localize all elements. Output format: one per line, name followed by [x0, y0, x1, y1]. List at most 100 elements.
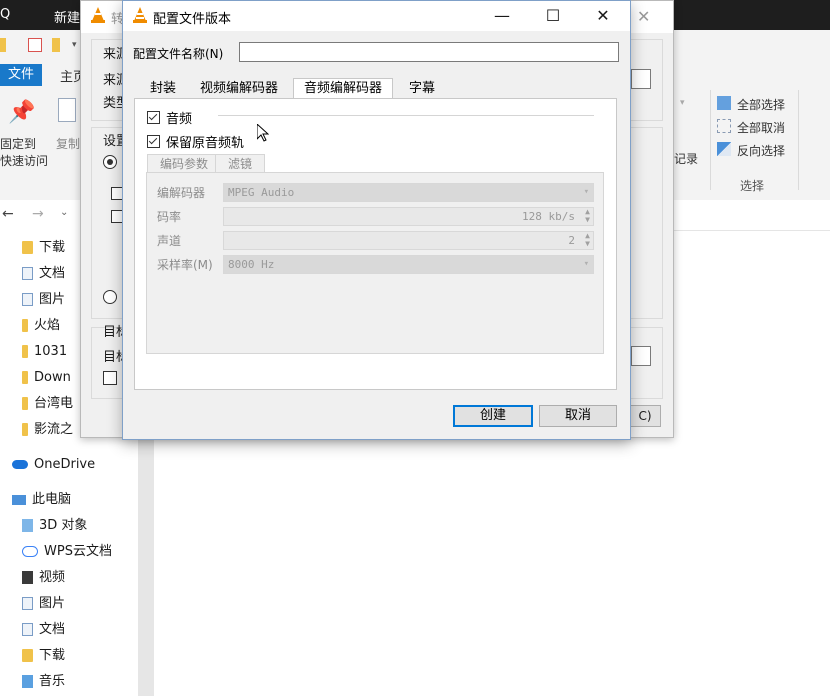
video-folder-icon [22, 571, 33, 584]
nav-item-label: OneDrive [34, 457, 96, 472]
checkbox-icon[interactable] [28, 38, 42, 52]
select-all-icon [717, 96, 731, 110]
pin-label-2[interactable]: 快速访问 [0, 152, 48, 169]
chevron-down-icon[interactable]: ⌄ [60, 207, 68, 218]
onedrive-cloud-icon [12, 460, 28, 469]
spin-arrows-icon[interactable]: ▲ ▼ [585, 208, 590, 224]
start-button[interactable]: C) [629, 405, 661, 427]
3d-objects-icon [22, 519, 33, 532]
select-group-label: 选择 [740, 179, 765, 193]
target-field[interactable] [631, 346, 651, 366]
select-all-button[interactable]: 全部选择 [737, 96, 785, 113]
pin-icon[interactable]: 📌 [8, 100, 35, 125]
folder-icon [0, 38, 6, 52]
pin-label[interactable]: 固定到 [0, 135, 36, 152]
subtab-encoding-params[interactable]: 编码参数 [147, 154, 222, 173]
nav-item[interactable]: 文档 [22, 620, 65, 640]
tab-subtitles[interactable]: 字幕 [398, 78, 446, 99]
mouse-cursor-icon [256, 122, 270, 146]
audio-checkbox[interactable]: 音频 [147, 108, 192, 127]
copy-label[interactable]: 复制 [56, 135, 80, 152]
nav-item-label: 下载 [39, 648, 66, 663]
chevron-down-icon: ▾ [583, 187, 589, 197]
codec-value: MPEG Audio [228, 186, 295, 199]
dropdown-icon[interactable]: ▾ [72, 40, 77, 50]
select-none-icon [717, 119, 731, 133]
back-arrow-icon[interactable]: ← [2, 206, 14, 222]
ribbon-separator [798, 90, 799, 190]
nav-item[interactable]: 影流之 [22, 420, 73, 440]
close-icon[interactable]: ✕ [637, 7, 650, 26]
nav-item[interactable]: 文档 [22, 264, 65, 284]
close-icon[interactable]: ✕ [579, 1, 627, 31]
nav-item-label: Down [34, 370, 71, 385]
nav-item[interactable]: 音乐 [22, 672, 65, 692]
folder-icon [22, 319, 28, 332]
minimize-icon[interactable]: — [478, 1, 526, 31]
folder-icon [22, 371, 28, 384]
radio-unselected[interactable] [103, 290, 117, 304]
checkbox[interactable] [103, 371, 117, 385]
tab-video-codec[interactable]: 视频编解码器 [189, 78, 289, 99]
profile-name-input[interactable] [239, 42, 619, 62]
nav-item[interactable]: 下载 [22, 238, 65, 258]
nav-item[interactable]: WPS云文档 [22, 542, 112, 562]
nav-item-label: 下载 [39, 240, 66, 255]
cancel-button[interactable]: 取消 [539, 405, 617, 427]
keep-original-track-checkbox[interactable]: 保留原音频轨 [147, 132, 244, 151]
nav-item-this-pc[interactable]: 此电脑 [12, 490, 71, 510]
nav-item-label: 文档 [39, 266, 66, 281]
maximize-icon[interactable]: ☐ [529, 1, 577, 31]
tab-file[interactable]: 文件 [0, 64, 42, 86]
forward-arrow-icon[interactable]: → [32, 206, 44, 222]
samplerate-label: 采样率(M) [157, 258, 213, 272]
nav-item[interactable]: 台湾电 [22, 394, 73, 414]
copy-icon[interactable] [58, 98, 76, 122]
channels-value: 2 [568, 234, 575, 247]
nav-item-onedrive[interactable]: OneDrive [12, 455, 95, 475]
nav-item[interactable]: 图片 [22, 594, 65, 614]
select-none-button[interactable]: 全部取消 [737, 119, 785, 136]
audio-checkbox-label: 音频 [166, 112, 193, 127]
nav-item[interactable]: 图片 [22, 290, 65, 310]
nav-item[interactable]: 下载 [22, 646, 65, 666]
nav-item[interactable]: 火焰 [22, 316, 60, 336]
nav-item[interactable]: Down [22, 368, 71, 388]
radio-selected[interactable] [103, 155, 117, 169]
nav-item[interactable]: 1031 [22, 342, 67, 362]
checkbox-checked-icon [147, 111, 160, 124]
profile-edition-dialog: 配置文件版本 — ☐ ✕ 配置文件名称(N) 封装 视频编解码器 音频编解码器 … [122, 0, 631, 440]
history-label[interactable]: 记录 [674, 150, 698, 167]
channels-spinbox[interactable]: 2 ▲ ▼ [223, 231, 594, 250]
nav-item[interactable]: 视频 [22, 568, 65, 588]
keep-track-label: 保留原音频轨 [166, 136, 245, 151]
tab-audio-codec[interactable]: 音频编解码器 [293, 78, 394, 100]
invert-select-button[interactable]: 反向选择 [737, 142, 785, 159]
nav-item-label: 视频 [39, 570, 66, 585]
profile-name-label: 配置文件名称(N) [133, 47, 224, 61]
codec-select[interactable]: MPEG Audio ▾ [223, 183, 594, 202]
document-icon [22, 267, 33, 280]
nav-item-label: 影流之 [34, 422, 74, 437]
bitrate-spinbox[interactable]: 128 kb/s ▲ ▼ [223, 207, 594, 226]
taskbar-item-new[interactable]: 新建 [54, 7, 80, 26]
picture-folder-icon [22, 293, 33, 306]
nav-item-label: 图片 [39, 596, 66, 611]
create-button[interactable]: 创建 [453, 405, 533, 427]
document-icon [22, 623, 33, 636]
tab-encapsulation[interactable]: 封装 [139, 78, 187, 99]
subtab-filters[interactable]: 滤镜 [215, 154, 266, 173]
cloud-icon [22, 546, 38, 557]
spin-arrows-icon[interactable]: ▲ ▼ [585, 232, 590, 248]
nav-item-label: 1031 [34, 344, 68, 359]
taskbar-item[interactable]: Q [0, 7, 10, 22]
music-folder-icon [22, 675, 33, 688]
nav-item[interactable]: 3D 对象 [22, 516, 87, 536]
nav-item-label: 文档 [39, 622, 66, 637]
nav-item-label: 图片 [39, 292, 66, 307]
source-field[interactable] [631, 69, 651, 89]
samplerate-select[interactable]: 8000 Hz ▾ [223, 255, 594, 274]
chevron-down-icon: ▾ [583, 259, 589, 269]
download-folder-icon [22, 649, 33, 662]
samplerate-value: 8000 Hz [228, 258, 275, 271]
